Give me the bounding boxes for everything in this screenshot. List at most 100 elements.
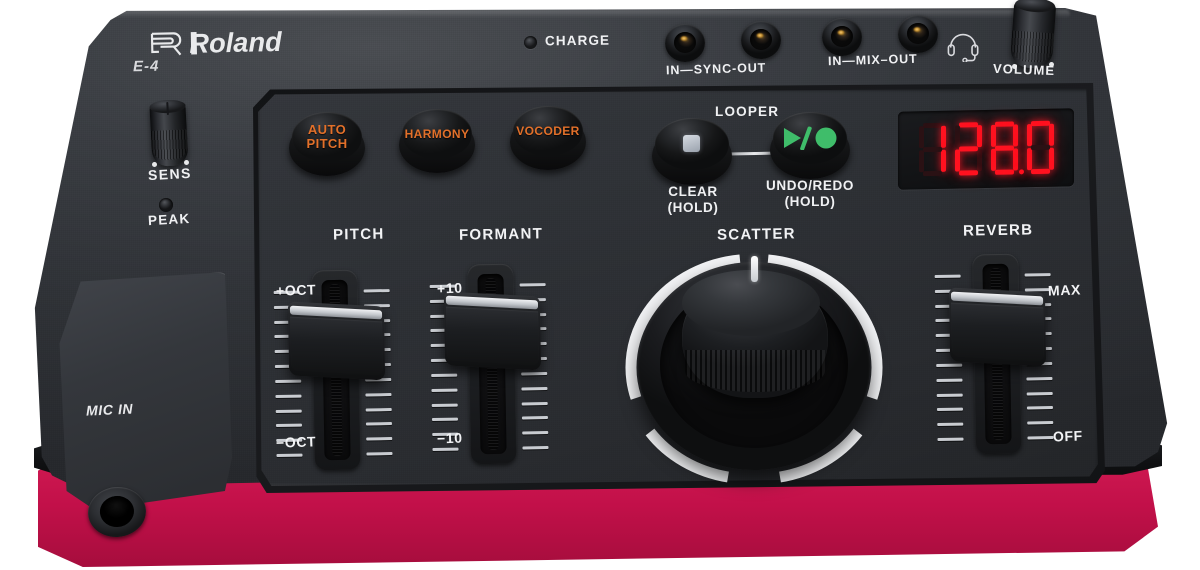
pitch-bottom-label: −OCT <box>275 433 317 451</box>
fader-tick <box>937 437 964 441</box>
harmony-label: HARMONY <box>399 109 475 159</box>
fader-tick <box>275 409 302 413</box>
auto-pitch-label: AUTO PITCH <box>289 112 365 162</box>
led-digit <box>988 120 1024 177</box>
charge-led <box>524 36 537 49</box>
clear-line2: (HOLD) <box>667 199 719 215</box>
reverb-bottom-label: OFF <box>1052 427 1084 445</box>
led-segment-a <box>958 122 978 128</box>
harmony-line1: HARMONY <box>404 126 470 141</box>
looper-undo-redo-button[interactable] <box>770 112 850 179</box>
fader-tick <box>366 437 393 441</box>
led-segment-a <box>922 122 942 129</box>
scatter-pointer <box>751 256 758 282</box>
harmony-button[interactable]: HARMONY <box>399 109 475 173</box>
led-segment-g <box>994 145 1014 151</box>
led-segment-f <box>990 124 996 147</box>
fader-tick <box>521 416 548 420</box>
led-segment-d <box>994 169 1014 175</box>
fader-tick <box>934 274 961 279</box>
fader-tick <box>519 283 546 287</box>
auto-pitch-button[interactable]: AUTO PITCH <box>289 112 365 176</box>
led-digit <box>952 121 985 178</box>
reverb-fader-cap[interactable] <box>948 287 1047 367</box>
led-segment-e <box>990 148 996 171</box>
sync-jacks-label: IN—SYNC-OUT <box>665 60 767 78</box>
led-segment-f <box>1026 124 1032 147</box>
sens-pointer <box>166 101 169 116</box>
roland-logo: Roland <box>148 22 339 60</box>
fader-tick <box>431 417 459 422</box>
fader-tick <box>936 378 963 382</box>
jack-inner <box>673 31 697 54</box>
led-segment-b <box>1012 124 1018 147</box>
sens-knob[interactable] <box>149 101 189 167</box>
fader-tick <box>522 445 549 450</box>
pitch-top-label: +OCT <box>275 281 317 299</box>
fader-tick <box>936 407 964 412</box>
mic-in-jack-hole <box>98 494 136 529</box>
looper-clear-button[interactable] <box>652 118 732 185</box>
fader-tick <box>521 401 548 405</box>
clear-line1: CLEAR <box>668 184 718 199</box>
led-segment-c <box>1012 148 1018 171</box>
led-segment-e <box>918 150 924 173</box>
led-segment-c <box>976 149 982 172</box>
pitch-fader-cap[interactable] <box>287 301 386 381</box>
fader-tick <box>936 393 963 397</box>
fader-tick <box>937 422 964 427</box>
fader-tick <box>363 289 390 293</box>
jack-inner <box>749 28 773 51</box>
scatter-knob[interactable] <box>620 248 888 484</box>
peak-led <box>159 198 173 212</box>
led-segment-b <box>1048 123 1054 146</box>
led-segment-a <box>994 121 1014 127</box>
fader-tick <box>522 431 549 435</box>
formant-bottom-label: −10 <box>436 429 463 447</box>
led-segment-g <box>922 146 942 153</box>
mix-jacks-label: IN—MIX–OUT <box>827 51 918 69</box>
fader-tick <box>431 403 458 407</box>
volume-knob[interactable] <box>1009 0 1057 70</box>
fader-tick <box>365 422 392 426</box>
fader-cap-face <box>951 302 1045 362</box>
led-segment-e <box>1026 148 1032 171</box>
fader-tick <box>431 373 458 377</box>
jack-inner <box>830 25 854 48</box>
formant-top-label: +10 <box>436 279 463 297</box>
looper-undo-redo-caption: UNDO/REDO (HOLD) <box>742 178 878 210</box>
fader-tick <box>275 423 303 428</box>
bpm-display <box>898 108 1074 190</box>
led-segment-c <box>940 149 946 172</box>
fader-tick <box>1027 421 1054 425</box>
fader-tick <box>365 392 392 397</box>
roland-e4-device: MIC IN Roland E-4 CHARGE IN—SYNC-OUT IN—… <box>0 0 1200 570</box>
led-segment-c <box>1048 147 1054 170</box>
jack-inner <box>906 22 930 45</box>
peak-label: PEAK <box>147 210 191 229</box>
vocoder-line1: VOCODER <box>516 123 580 138</box>
fader-tick <box>431 388 458 392</box>
reverb-top-label: MAX <box>1047 281 1082 299</box>
led-digit <box>1024 120 1057 177</box>
pitch-section-label: PITCH <box>332 225 385 244</box>
svg-text:Roland: Roland <box>189 26 283 59</box>
led-digit <box>916 122 949 179</box>
fader-cap-face <box>290 316 384 376</box>
led-segment-d <box>922 170 942 177</box>
scatter-knurled-body[interactable] <box>682 270 828 398</box>
led-segment-b <box>940 125 946 148</box>
formant-fader-cap[interactable] <box>443 291 542 371</box>
fader-tick <box>1024 273 1051 277</box>
vocoder-button[interactable]: VOCODER <box>510 106 586 170</box>
reverb-fader[interactable] <box>934 247 1058 459</box>
led-segment-f <box>918 126 924 149</box>
led-segment-f <box>954 125 960 148</box>
product-photo-e4: MIC IN Roland E-4 CHARGE IN—SYNC-OUT IN—… <box>0 0 1200 570</box>
fader-tick <box>1027 435 1054 440</box>
fader-tick <box>1026 391 1053 395</box>
led-segment-e <box>954 149 960 172</box>
fader-tick <box>1026 376 1053 381</box>
headset-icon <box>945 28 983 63</box>
reverb-section-label: REVERB <box>962 221 1034 240</box>
